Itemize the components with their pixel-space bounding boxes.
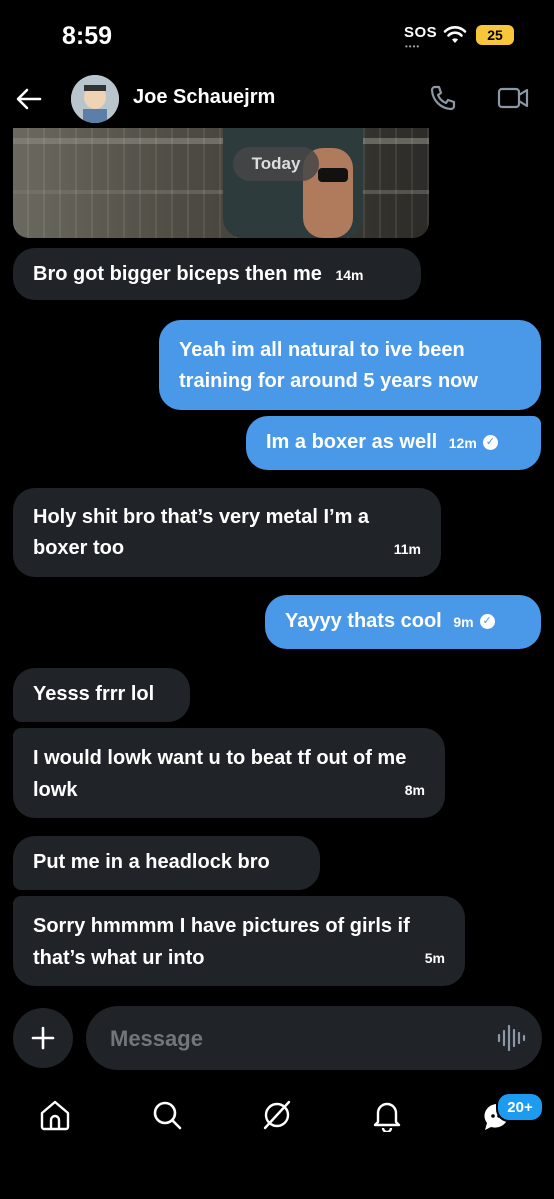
grok-icon[interactable]	[260, 1098, 294, 1132]
message-time: 8m	[404, 782, 425, 798]
message-received[interactable]: Bro got bigger biceps then me 14m	[13, 248, 421, 300]
message-time: 5m	[424, 950, 445, 966]
notifications-icon[interactable]	[370, 1098, 404, 1132]
avatar-image	[71, 75, 119, 123]
voice-message-icon[interactable]	[496, 1024, 526, 1052]
video-call-icon[interactable]	[496, 84, 530, 112]
message-time: 11m	[393, 541, 421, 557]
messages-badge: 20+	[496, 1092, 544, 1122]
phone-call-icon[interactable]	[428, 83, 458, 113]
message-received[interactable]: Holy shit bro that’s very metal I’m a bo…	[13, 488, 441, 577]
message-text: Im a boxer as well	[266, 431, 438, 453]
message-text: I would lowk want u to beat tf out of me…	[33, 747, 407, 801]
shared-image-thumbnail[interactable]	[13, 128, 429, 238]
message-input-container[interactable]	[86, 1006, 542, 1072]
message-text: Yeah im all natural to ive been training…	[179, 339, 478, 392]
message-received[interactable]: Yesss frrr lol	[13, 668, 190, 722]
wifi-icon	[443, 26, 467, 43]
contact-avatar[interactable]	[71, 75, 119, 123]
message-text: Bro got bigger biceps then me	[33, 263, 322, 285]
message-input[interactable]	[108, 1006, 472, 1072]
battery-indicator: 25	[476, 25, 514, 45]
message-text: Put me in a headlock bro	[33, 851, 270, 873]
message-sent[interactable]: Im a boxer as well 12m ✓	[246, 416, 541, 470]
message-text: Yesss frrr lol	[33, 683, 155, 705]
message-received[interactable]: I would lowk want u to beat tf out of me…	[13, 728, 445, 818]
message-sent[interactable]: Yeah im all natural to ive been training…	[159, 320, 541, 410]
search-icon[interactable]	[150, 1098, 184, 1132]
sos-indicator: SOS	[404, 24, 438, 41]
message-received[interactable]: Sorry hmmmm I have pictures of girls if …	[13, 896, 465, 986]
message-time: 12m	[448, 435, 477, 451]
message-text: Sorry hmmmm I have pictures of girls if …	[33, 915, 410, 969]
message-time: 9m	[453, 614, 474, 630]
message-received[interactable]: Put me in a headlock bro	[13, 836, 320, 890]
home-icon[interactable]	[38, 1098, 72, 1132]
message-sent[interactable]: Yayyy thats cool 9m ✓	[265, 595, 541, 649]
message-text: Holy shit bro that’s very metal I’m a bo…	[33, 506, 370, 559]
date-divider: Today	[233, 147, 319, 181]
message-time: 14m	[335, 267, 364, 283]
signal-dots-icon: ••••	[405, 42, 421, 51]
read-check-icon: ✓	[482, 435, 498, 451]
back-arrow-icon[interactable]	[14, 84, 44, 114]
plus-icon	[31, 1026, 55, 1050]
contact-name[interactable]: Joe Schauejrm	[133, 86, 275, 109]
add-attachment-button[interactable]	[13, 1008, 73, 1068]
status-time: 8:59	[62, 22, 113, 50]
message-text: Yayyy thats cool	[285, 610, 442, 632]
battery-level: 25	[487, 27, 503, 43]
read-check-icon: ✓	[479, 614, 495, 630]
